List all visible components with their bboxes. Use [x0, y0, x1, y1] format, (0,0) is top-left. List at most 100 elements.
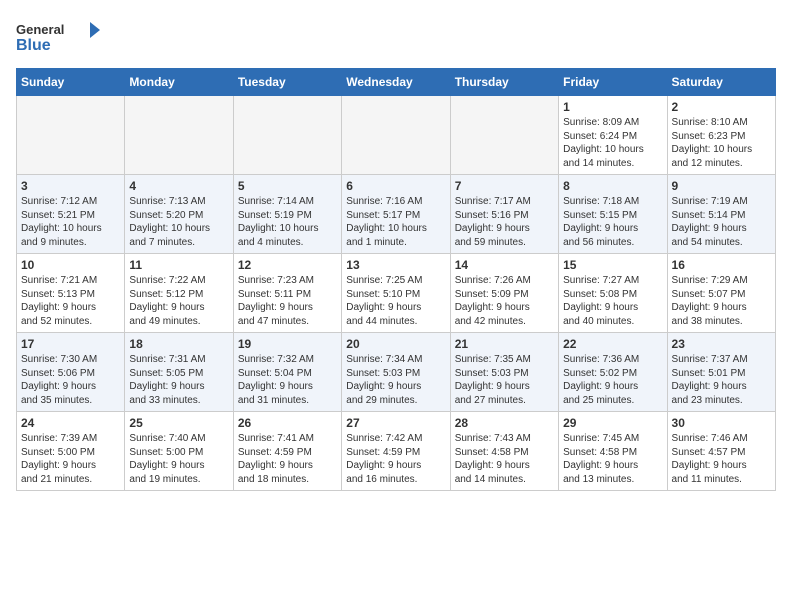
day-info: Sunrise: 7:32 AM Sunset: 5:04 PM Dayligh…: [238, 353, 337, 407]
day-info: Sunrise: 7:12 AM Sunset: 5:21 PM Dayligh…: [21, 195, 120, 249]
day-info: Sunrise: 7:13 AM Sunset: 5:20 PM Dayligh…: [129, 195, 228, 249]
day-number: 2: [672, 100, 771, 114]
calendar-cell: 7 Sunrise: 7:17 AM Sunset: 5:16 PM Daylig…: [450, 175, 558, 254]
day-info: Sunrise: 7:30 AM Sunset: 5:06 PM Dayligh…: [21, 353, 120, 407]
day-info: Sunrise: 7:27 AM Sunset: 5:08 PM Dayligh…: [563, 274, 662, 328]
day-info: Sunrise: 7:18 AM Sunset: 5:15 PM Dayligh…: [563, 195, 662, 249]
day-info: Sunrise: 7:39 AM Sunset: 5:00 PM Dayligh…: [21, 432, 120, 486]
calendar-cell: [233, 96, 341, 175]
day-number: 1: [563, 100, 662, 114]
day-number: 18: [129, 337, 228, 351]
logo-svg: General Blue: [16, 16, 106, 60]
calendar-header-wednesday: Wednesday: [342, 69, 450, 96]
day-info: Sunrise: 7:17 AM Sunset: 5:16 PM Dayligh…: [455, 195, 554, 249]
day-info: Sunrise: 7:14 AM Sunset: 5:19 PM Dayligh…: [238, 195, 337, 249]
day-number: 25: [129, 416, 228, 430]
day-number: 29: [563, 416, 662, 430]
day-info: Sunrise: 7:41 AM Sunset: 4:59 PM Dayligh…: [238, 432, 337, 486]
calendar-header-saturday: Saturday: [667, 69, 775, 96]
calendar-header-sunday: Sunday: [17, 69, 125, 96]
calendar-week-row: 10 Sunrise: 7:21 AM Sunset: 5:13 PM Dayli…: [17, 254, 776, 333]
day-number: 26: [238, 416, 337, 430]
day-number: 30: [672, 416, 771, 430]
day-number: 5: [238, 179, 337, 193]
page-header: General Blue: [16, 16, 776, 60]
day-info: Sunrise: 7:35 AM Sunset: 5:03 PM Dayligh…: [455, 353, 554, 407]
day-number: 9: [672, 179, 771, 193]
calendar-header-friday: Friday: [559, 69, 667, 96]
day-number: 19: [238, 337, 337, 351]
calendar-cell: 9 Sunrise: 7:19 AM Sunset: 5:14 PM Daylig…: [667, 175, 775, 254]
calendar-cell: 25 Sunrise: 7:40 AM Sunset: 5:00 PM Dayli…: [125, 412, 233, 491]
day-number: 17: [21, 337, 120, 351]
day-number: 21: [455, 337, 554, 351]
calendar-cell: [450, 96, 558, 175]
svg-text:Blue: Blue: [16, 37, 51, 54]
calendar-cell: 3 Sunrise: 7:12 AM Sunset: 5:21 PM Daylig…: [17, 175, 125, 254]
day-number: 16: [672, 258, 771, 272]
calendar-cell: 28 Sunrise: 7:43 AM Sunset: 4:58 PM Dayli…: [450, 412, 558, 491]
calendar-cell: 22Sunrise: 7:36 AM Sunset: 5:02 PM Dayli…: [559, 333, 667, 412]
day-number: 7: [455, 179, 554, 193]
calendar-cell: 18Sunrise: 7:31 AM Sunset: 5:05 PM Dayli…: [125, 333, 233, 412]
calendar-cell: 2Sunrise: 8:10 AM Sunset: 6:23 PM Daylig…: [667, 96, 775, 175]
calendar-cell: 29Sunrise: 7:45 AM Sunset: 4:58 PM Dayli…: [559, 412, 667, 491]
day-info: Sunrise: 7:46 AM Sunset: 4:57 PM Dayligh…: [672, 432, 771, 486]
calendar-cell: 19 Sunrise: 7:32 AM Sunset: 5:04 PM Dayli…: [233, 333, 341, 412]
calendar-cell: 8 Sunrise: 7:18 AM Sunset: 5:15 PM Daylig…: [559, 175, 667, 254]
calendar-week-row: 24 Sunrise: 7:39 AM Sunset: 5:00 PM Dayli…: [17, 412, 776, 491]
day-number: 3: [21, 179, 120, 193]
day-info: Sunrise: 8:09 AM Sunset: 6:24 PM Dayligh…: [563, 116, 662, 170]
day-number: 15: [563, 258, 662, 272]
day-number: 28: [455, 416, 554, 430]
day-info: Sunrise: 7:34 AM Sunset: 5:03 PM Dayligh…: [346, 353, 445, 407]
calendar-cell: [125, 96, 233, 175]
calendar-cell: 16Sunrise: 7:29 AM Sunset: 5:07 PM Dayli…: [667, 254, 775, 333]
day-info: Sunrise: 7:37 AM Sunset: 5:01 PM Dayligh…: [672, 353, 771, 407]
day-number: 10: [21, 258, 120, 272]
calendar-cell: 15 Sunrise: 7:27 AM Sunset: 5:08 PM Dayli…: [559, 254, 667, 333]
day-number: 14: [455, 258, 554, 272]
day-number: 22: [563, 337, 662, 351]
calendar-cell: 11 Sunrise: 7:22 AM Sunset: 5:12 PM Dayli…: [125, 254, 233, 333]
day-number: 27: [346, 416, 445, 430]
day-number: 8: [563, 179, 662, 193]
calendar-header-tuesday: Tuesday: [233, 69, 341, 96]
day-info: Sunrise: 7:26 AM Sunset: 5:09 PM Dayligh…: [455, 274, 554, 328]
day-info: Sunrise: 7:16 AM Sunset: 5:17 PM Dayligh…: [346, 195, 445, 249]
day-number: 12: [238, 258, 337, 272]
calendar-cell: 24 Sunrise: 7:39 AM Sunset: 5:00 PM Dayli…: [17, 412, 125, 491]
calendar-week-row: 3 Sunrise: 7:12 AM Sunset: 5:21 PM Daylig…: [17, 175, 776, 254]
calendar-header-row: SundayMondayTuesdayWednesdayThursdayFrid…: [17, 69, 776, 96]
calendar-cell: 13 Sunrise: 7:25 AM Sunset: 5:10 PM Dayli…: [342, 254, 450, 333]
day-info: Sunrise: 7:19 AM Sunset: 5:14 PM Dayligh…: [672, 195, 771, 249]
day-number: 13: [346, 258, 445, 272]
calendar-cell: 5 Sunrise: 7:14 AM Sunset: 5:19 PM Daylig…: [233, 175, 341, 254]
calendar-cell: 30 Sunrise: 7:46 AM Sunset: 4:57 PM Dayli…: [667, 412, 775, 491]
calendar-cell: 23 Sunrise: 7:37 AM Sunset: 5:01 PM Dayli…: [667, 333, 775, 412]
day-number: 11: [129, 258, 228, 272]
day-info: Sunrise: 7:23 AM Sunset: 5:11 PM Dayligh…: [238, 274, 337, 328]
day-info: Sunrise: 7:22 AM Sunset: 5:12 PM Dayligh…: [129, 274, 228, 328]
calendar-cell: 1 Sunrise: 8:09 AM Sunset: 6:24 PM Daylig…: [559, 96, 667, 175]
day-info: Sunrise: 7:25 AM Sunset: 5:10 PM Dayligh…: [346, 274, 445, 328]
calendar-cell: [342, 96, 450, 175]
logo: General Blue: [16, 16, 106, 60]
day-number: 24: [21, 416, 120, 430]
day-info: Sunrise: 7:43 AM Sunset: 4:58 PM Dayligh…: [455, 432, 554, 486]
calendar-header-monday: Monday: [125, 69, 233, 96]
day-info: Sunrise: 7:40 AM Sunset: 5:00 PM Dayligh…: [129, 432, 228, 486]
day-number: 4: [129, 179, 228, 193]
calendar-cell: 14 Sunrise: 7:26 AM Sunset: 5:09 PM Dayli…: [450, 254, 558, 333]
day-number: 23: [672, 337, 771, 351]
day-info: Sunrise: 7:42 AM Sunset: 4:59 PM Dayligh…: [346, 432, 445, 486]
calendar-cell: [17, 96, 125, 175]
day-number: 6: [346, 179, 445, 193]
calendar-cell: 10 Sunrise: 7:21 AM Sunset: 5:13 PM Dayli…: [17, 254, 125, 333]
calendar-header-thursday: Thursday: [450, 69, 558, 96]
day-info: Sunrise: 7:21 AM Sunset: 5:13 PM Dayligh…: [21, 274, 120, 328]
calendar-table: SundayMondayTuesdayWednesdayThursdayFrid…: [16, 68, 776, 491]
calendar-cell: 17 Sunrise: 7:30 AM Sunset: 5:06 PM Dayli…: [17, 333, 125, 412]
calendar-cell: 27 Sunrise: 7:42 AM Sunset: 4:59 PM Dayli…: [342, 412, 450, 491]
svg-text:General: General: [16, 22, 64, 37]
